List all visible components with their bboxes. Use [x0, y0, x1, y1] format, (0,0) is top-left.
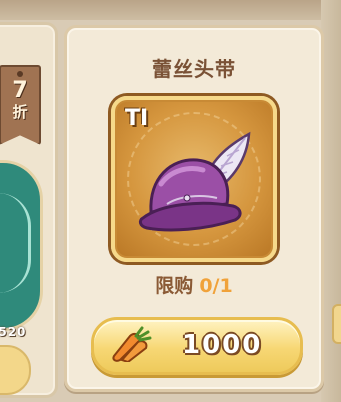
feather-hat-icon: [138, 131, 251, 232]
item-title: 蕾丝头带: [152, 57, 236, 81]
carrot-icon: [112, 326, 152, 362]
item-icon-frame[interactable]: TI: [111, 96, 277, 262]
purchase-limit: 限购 0/1: [67, 271, 321, 298]
price-value: 1000: [182, 330, 263, 360]
tag-hole: [17, 71, 23, 77]
shop-item-card[interactable]: 蕾丝头带 TI 限购 0/1 1000: [64, 25, 324, 392]
left-item-frame: [0, 160, 43, 331]
left-price-text: 2520: [0, 325, 27, 339]
limit-value: 0/1: [199, 275, 233, 297]
discount-number: 7: [12, 78, 28, 103]
top-background-strip: [0, 0, 341, 20]
left-price-button[interactable]: [0, 345, 31, 395]
scroll-handle[interactable]: [332, 304, 341, 344]
buy-button[interactable]: 1000: [91, 317, 303, 375]
discount-unit: 折: [12, 103, 28, 121]
limit-label: 限购: [155, 275, 194, 297]
discount-tag: 7 折: [0, 65, 41, 145]
shop-item-card-left[interactable]: 7 折 2520: [0, 22, 58, 398]
